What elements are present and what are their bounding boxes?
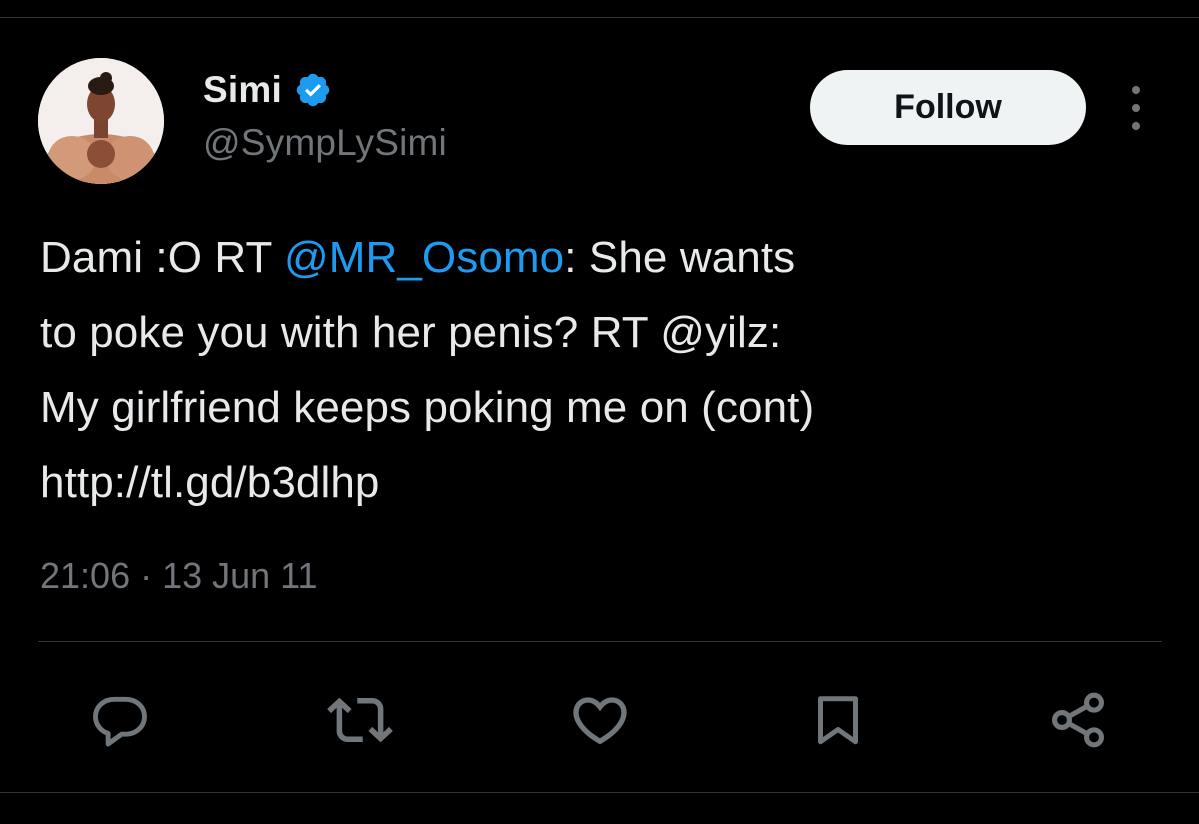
tweet-text-segment: Dami :O RT xyxy=(40,233,284,282)
mention-link[interactable]: @MR_Osomo xyxy=(284,233,564,282)
avatar[interactable] xyxy=(38,58,164,184)
follow-button[interactable]: Follow xyxy=(810,70,1086,145)
tweet-text-segment: : She wants xyxy=(564,233,796,282)
tweet-text-line-2: to poke you with her penis? RT @yilz: xyxy=(40,308,782,357)
tweet-text: Dami :O RT @MR_Osomo: She wants to poke … xyxy=(40,220,1120,520)
author-handle[interactable]: @SympLySimi xyxy=(203,122,447,164)
retweet-button[interactable] xyxy=(324,680,396,760)
author-name-row: Simi xyxy=(203,68,332,112)
tweet-date: 13 Jun 11 xyxy=(162,555,318,596)
more-options-icon[interactable] xyxy=(1120,86,1152,130)
bottom-divider xyxy=(0,792,1199,793)
retweet-icon xyxy=(327,697,393,743)
actions-divider xyxy=(38,641,1162,642)
avatar-image xyxy=(38,58,164,184)
meta-separator: · xyxy=(140,555,153,596)
share-button[interactable] xyxy=(1042,680,1114,760)
more-dot xyxy=(1132,104,1140,112)
bookmark-button[interactable] xyxy=(802,680,874,760)
more-dot xyxy=(1132,86,1140,94)
reply-button[interactable] xyxy=(84,680,156,760)
tweet-text-line-3: My girlfriend keeps poking me on (cont) xyxy=(40,383,815,432)
reply-icon xyxy=(93,696,147,747)
like-button[interactable] xyxy=(564,680,636,760)
tweet-time: 21:06 xyxy=(40,555,131,596)
bookmark-icon xyxy=(818,696,858,745)
author-display-name[interactable]: Simi xyxy=(203,69,282,111)
tweet-timestamp[interactable]: 21:06 · 13 Jun 11 xyxy=(40,555,318,597)
share-icon xyxy=(1052,692,1104,748)
verified-badge-icon[interactable] xyxy=(294,71,332,109)
tweet-text-line-1: Dami :O RT @MR_Osomo: She wants xyxy=(40,220,1120,295)
tweet-url-link[interactable]: http://tl.gd/b3dlhp xyxy=(40,445,1120,520)
top-divider xyxy=(0,17,1199,18)
heart-icon xyxy=(573,697,627,745)
tweet-action-bar xyxy=(0,680,1199,760)
more-dot xyxy=(1132,122,1140,130)
